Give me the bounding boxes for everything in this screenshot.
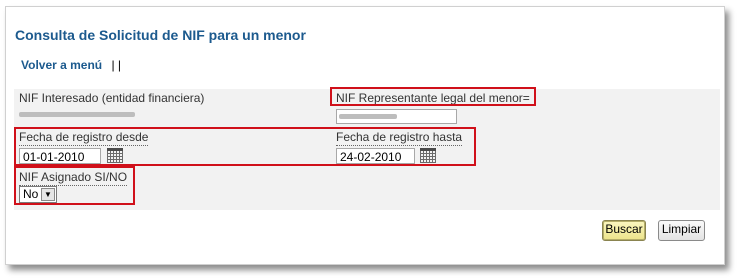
nav-row: Volver a menú | | [21, 58, 121, 72]
highlight-box-representante [330, 87, 536, 106]
nif-interesado-field[interactable] [19, 109, 136, 122]
buscar-button[interactable]: Buscar [602, 220, 646, 241]
form-panel: Consulta de Solicitud de NIF para un men… [5, 6, 725, 265]
highlight-box-fechas [14, 127, 476, 166]
nif-representante-field[interactable] [336, 109, 457, 124]
back-to-menu-link[interactable]: Volver a menú [21, 58, 102, 72]
limpiar-button[interactable]: Limpiar [658, 220, 705, 241]
highlight-box-asignado [14, 166, 135, 205]
page-title: Consulta de Solicitud de NIF para un men… [15, 27, 306, 43]
nif-interesado-label: NIF Interesado (entidad financiera) [19, 91, 205, 105]
redacted-value [19, 112, 135, 117]
redacted-value [339, 114, 397, 119]
nav-separator: | | [111, 58, 122, 72]
